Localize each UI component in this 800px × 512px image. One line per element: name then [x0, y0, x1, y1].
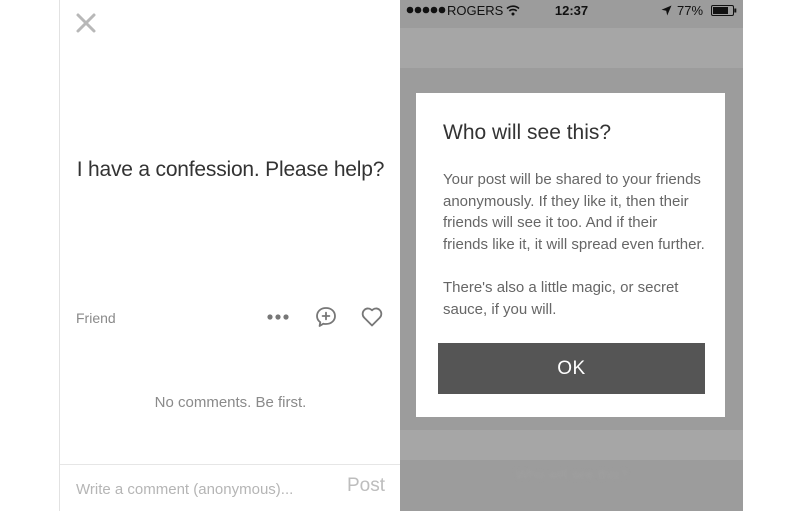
- info-dialog: Who will see this? Your post will be sha…: [416, 93, 725, 417]
- background-blurred-text: Who will see this?: [515, 466, 628, 482]
- add-comment-icon[interactable]: [314, 305, 338, 329]
- battery-percentage: 77%: [677, 3, 704, 18]
- author-label: Friend: [76, 310, 116, 326]
- battery-icon: [711, 5, 737, 16]
- dialog-title: Who will see this?: [443, 121, 612, 144]
- post-text: I have a confession. Please help?: [76, 158, 385, 181]
- location-arrow-icon: [661, 5, 672, 16]
- comment-bar: Post: [60, 464, 401, 512]
- no-comments-message: No comments. Be first.: [154, 394, 307, 411]
- page-margin: [743, 0, 800, 511]
- post-meta-bar: Friend: [60, 300, 401, 336]
- more-options-icon[interactable]: [266, 305, 290, 329]
- background-band: [400, 430, 743, 460]
- status-bar: ROGERS 12:37 77%: [400, 0, 743, 22]
- dialog-body: Your post will be shared to your friends…: [443, 169, 705, 342]
- close-icon[interactable]: [75, 12, 97, 34]
- post-comment-button[interactable]: Post: [347, 475, 385, 497]
- comment-input[interactable]: [76, 478, 326, 500]
- dialog-paragraph: There's also a little magic, or secret s…: [443, 279, 679, 318]
- ok-button[interactable]: OK: [438, 343, 705, 394]
- info-modal-screen: ROGERS 12:37 77% Who will see this? Who …: [400, 0, 743, 511]
- background-band: [400, 28, 743, 68]
- dialog-paragraph: Your post will be shared to your friends…: [443, 171, 705, 253]
- heart-icon[interactable]: [360, 305, 384, 329]
- post-detail-screen: I have a confession. Please help? Friend…: [59, 0, 401, 511]
